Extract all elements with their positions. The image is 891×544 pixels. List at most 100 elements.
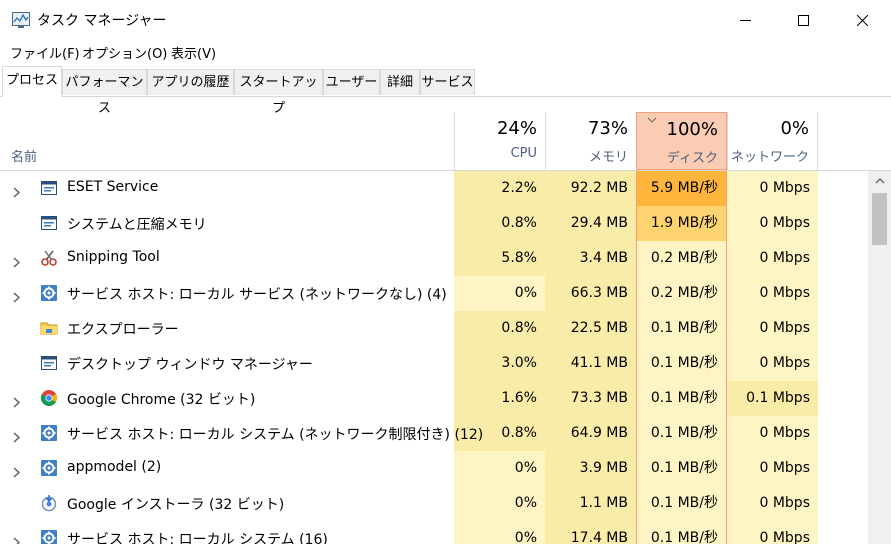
- process-name: システムと圧縮メモリ: [67, 217, 207, 233]
- chevron-right-icon[interactable]: [13, 288, 20, 307]
- cpu-cell: 0.8%: [454, 206, 545, 241]
- disk-total-percent: 100%: [666, 119, 718, 140]
- disk-cell: 0.1 MB/秒: [636, 451, 727, 486]
- network-cell: 0 Mbps: [727, 171, 818, 206]
- memory-cell: 17.4 MB: [545, 521, 636, 544]
- tab-startup[interactable]: スタートアップ: [234, 69, 323, 116]
- tab-performance[interactable]: パフォーマンス: [62, 69, 147, 116]
- memory-cell: 3.4 MB: [545, 241, 636, 276]
- network-column-label: ネットワーク: [730, 150, 809, 165]
- process-list: 2.2% 92.2 MB 5.9 MB/秒 0 Mbps ESET Service 0.8…: [0, 171, 868, 544]
- column-disk-header[interactable]: 100% ディスク: [636, 112, 727, 170]
- tab-app-history[interactable]: アプリの履歴: [147, 69, 234, 95]
- disk-cell: 0.2 MB/秒: [636, 276, 727, 311]
- memory-column-label: メモリ: [588, 150, 628, 165]
- chevron-right-icon[interactable]: [13, 533, 20, 544]
- table-row[interactable]: 0.8% 29.4 MB 1.9 MB/秒 0 Mbps システムと圧縮メモリ: [0, 206, 868, 241]
- memory-cell: 64.9 MB: [545, 416, 636, 451]
- cpu-cell: 0%: [454, 521, 545, 544]
- cpu-cell: 1.6%: [454, 381, 545, 416]
- disk-cell: 0.1 MB/秒: [636, 346, 727, 381]
- gear-icon: [40, 284, 58, 302]
- maximize-button[interactable]: [774, 0, 832, 40]
- gear-icon: [40, 529, 58, 544]
- table-row[interactable]: 0.8% 22.5 MB 0.1 MB/秒 0 Mbps エクスプローラー: [0, 311, 868, 346]
- table-row[interactable]: 5.8% 3.4 MB 0.2 MB/秒 0 Mbps Snipping Tool: [0, 241, 868, 276]
- service-window-icon: [40, 354, 58, 372]
- tab-details[interactable]: 詳細: [380, 69, 420, 95]
- cpu-cell: 0.8%: [454, 311, 545, 346]
- network-cell: 0 Mbps: [727, 206, 818, 241]
- table-row[interactable]: 0% 17.4 MB 0.1 MB/秒 0 Mbps サービス ホスト: ローカル シス…: [0, 521, 868, 544]
- network-cell: 0 Mbps: [727, 521, 818, 544]
- network-cell: 0 Mbps: [727, 311, 818, 346]
- process-name: サービス ホスト: ローカル システム (ネットワーク制限付き) (12): [67, 427, 484, 443]
- menu-file[interactable]: ファイル(F): [10, 43, 80, 62]
- scissors-icon: [40, 249, 58, 267]
- disk-cell: 0.1 MB/秒: [636, 381, 727, 416]
- table-row[interactable]: 3.0% 41.1 MB 0.1 MB/秒 0 Mbps デスクトップ ウィンドウ マネ…: [0, 346, 868, 381]
- tab-users[interactable]: ユーザー: [323, 69, 380, 95]
- memory-cell: 1.1 MB: [545, 486, 636, 521]
- cpu-column-label: CPU: [510, 146, 537, 161]
- chevron-right-icon[interactable]: [13, 183, 20, 202]
- folder-icon: [40, 319, 58, 337]
- network-total-percent: 0%: [780, 118, 809, 139]
- column-cpu-header[interactable]: 24% CPU: [454, 112, 545, 170]
- network-cell: 0 Mbps: [727, 241, 818, 276]
- column-memory-header[interactable]: 73% メモリ: [545, 112, 636, 170]
- window-title: タスク マネージャー: [37, 13, 167, 29]
- table-row[interactable]: 0% 66.3 MB 0.2 MB/秒 0 Mbps サービス ホスト: ローカル サー…: [0, 276, 868, 311]
- process-name: Google インストーラ (32 ビット): [67, 497, 285, 513]
- chevron-right-icon[interactable]: [13, 463, 20, 482]
- process-name: デスクトップ ウィンドウ マネージャー: [67, 357, 313, 373]
- disk-cell: 5.9 MB/秒: [636, 171, 727, 206]
- column-header-row: 名前 24% CPU 73% メモリ 100% ディスク 0% ネットワーク: [0, 112, 891, 171]
- cpu-cell: 3.0%: [454, 346, 545, 381]
- scroll-up-button[interactable]: [868, 171, 891, 191]
- table-row[interactable]: 0% 3.9 MB 0.1 MB/秒 0 Mbps appmodel (2): [0, 451, 868, 486]
- network-cell: 0 Mbps: [727, 276, 818, 311]
- disk-cell: 0.1 MB/秒: [636, 311, 727, 346]
- service-window-icon: [40, 179, 58, 197]
- tab-processes[interactable]: プロセス: [2, 66, 62, 97]
- network-cell: 0 Mbps: [727, 486, 818, 521]
- process-name: appmodel (2): [67, 459, 162, 475]
- minimize-button[interactable]: [716, 0, 774, 40]
- process-name: Snipping Tool: [67, 249, 160, 265]
- process-name: エクスプローラー: [67, 322, 179, 338]
- close-icon: [856, 14, 868, 26]
- table-row[interactable]: 1.6% 73.3 MB 0.1 MB/秒 0.1 Mbps Google Chrome…: [0, 381, 868, 416]
- tab-services[interactable]: サービス: [420, 69, 475, 95]
- chevron-right-icon[interactable]: [13, 428, 20, 447]
- table-row[interactable]: 0% 1.1 MB 0.1 MB/秒 0 Mbps Google インストーラ (32 …: [0, 486, 868, 521]
- network-cell: 0.1 Mbps: [727, 381, 818, 416]
- table-row[interactable]: 2.2% 92.2 MB 5.9 MB/秒 0 Mbps ESET Service: [0, 171, 868, 206]
- cpu-total-percent: 24%: [496, 118, 537, 139]
- process-name: サービス ホスト: ローカル サービス (ネットワークなし) (4): [67, 287, 447, 303]
- menu-options[interactable]: オプション(O): [82, 43, 167, 62]
- chevron-right-icon[interactable]: [13, 253, 20, 272]
- installer-icon: [40, 494, 58, 512]
- disk-cell: 0.1 MB/秒: [636, 521, 727, 544]
- menu-view[interactable]: 表示(V): [171, 43, 216, 62]
- disk-cell: 0.1 MB/秒: [636, 486, 727, 521]
- memory-cell: 41.1 MB: [545, 346, 636, 381]
- column-network-header[interactable]: 0% ネットワーク: [727, 112, 818, 170]
- chevron-right-icon[interactable]: [13, 393, 20, 412]
- process-name: Google Chrome (32 ビット): [67, 392, 256, 408]
- disk-cell: 0.2 MB/秒: [636, 241, 727, 276]
- memory-cell: 3.9 MB: [545, 451, 636, 486]
- memory-cell: 22.5 MB: [545, 311, 636, 346]
- network-cell: 0 Mbps: [727, 451, 818, 486]
- column-name-header[interactable]: 名前: [11, 146, 37, 165]
- close-button[interactable]: [833, 0, 891, 40]
- scroll-thumb[interactable]: [872, 193, 887, 245]
- table-row[interactable]: 0.8% 64.9 MB 0.1 MB/秒 0 Mbps サービス ホスト: ローカル …: [0, 416, 868, 451]
- disk-cell: 0.1 MB/秒: [636, 416, 727, 451]
- task-manager-icon: [12, 12, 30, 28]
- vertical-scrollbar[interactable]: [868, 171, 891, 544]
- disk-column-label: ディスク: [666, 151, 718, 166]
- service-window-icon: [40, 214, 58, 232]
- chevron-up-icon: [875, 178, 884, 184]
